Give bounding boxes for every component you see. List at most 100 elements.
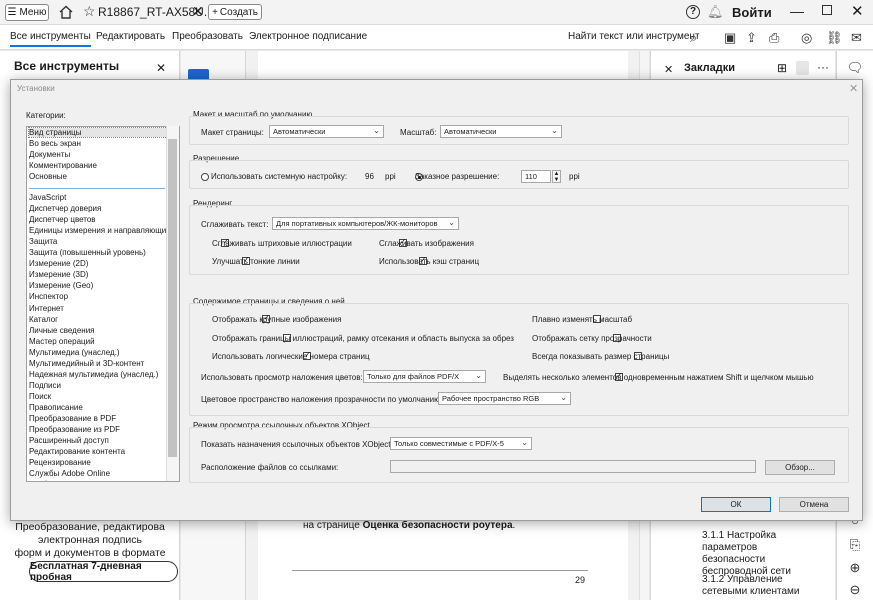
- cancel-button[interactable]: Отмена: [779, 497, 849, 512]
- category-item[interactable]: Поиск: [29, 392, 51, 401]
- promo-line: электронная подпись: [37, 534, 143, 546]
- category-item[interactable]: Преобразование в PDF: [29, 414, 116, 423]
- maximize-icon[interactable]: [822, 5, 832, 15]
- category-item[interactable]: Диспетчер доверия: [29, 204, 101, 213]
- smooth-text-select[interactable]: Для портативных компьютеров/ЖК-мониторов…: [272, 217, 459, 230]
- bookmark-line: 3.1.1 Настройка: [702, 530, 777, 541]
- category-item[interactable]: Измерение (Geo): [29, 281, 93, 290]
- plus-icon: +: [212, 6, 218, 18]
- sign-in-button[interactable]: Войти: [732, 5, 772, 20]
- category-item[interactable]: Основные: [29, 172, 67, 181]
- category-item[interactable]: Защита (повышенный уровень): [29, 248, 146, 257]
- categories-scroll-thumb[interactable]: [168, 139, 177, 457]
- transparency-grid-label: Отображать сетку прозрачности: [532, 334, 652, 343]
- category-item[interactable]: Каталог: [29, 315, 58, 324]
- zoom-out-icon[interactable]: ⊖: [845, 582, 865, 598]
- category-item[interactable]: Личные сведения: [29, 326, 95, 335]
- category-item[interactable]: Правописание: [29, 403, 83, 412]
- category-item[interactable]: Удобные сетевые электронные докум: [29, 480, 169, 481]
- smooth-line-art-label: Сглаживать штриховые иллюстрации: [212, 239, 352, 248]
- find-text-field[interactable]: Найти текст или инструмент: [568, 31, 700, 42]
- tab-edit[interactable]: Редактировать: [96, 31, 165, 42]
- save-icon[interactable]: ▣: [724, 30, 736, 46]
- upload-icon[interactable]: ⇪: [746, 30, 757, 46]
- document-text-bold: Оценка безопасности роутера: [362, 520, 513, 531]
- category-item[interactable]: Подписи: [29, 381, 61, 390]
- page-tool-icon[interactable]: ⎘: [845, 537, 865, 553]
- category-item[interactable]: Измерение (3D): [29, 270, 88, 279]
- bookmark-item[interactable]: 3.1.1 Настройка параметров безопасности …: [702, 530, 822, 578]
- tab-e-sign[interactable]: Электронное подписание: [249, 31, 367, 42]
- category-item[interactable]: Инспектор: [29, 292, 68, 301]
- bookmark-item[interactable]: 3.1.2 Управление сетевыми клиентами: [702, 574, 822, 598]
- promo-text: Преобразование, редактирова электронная …: [0, 521, 180, 560]
- system-resolution-radio[interactable]: [201, 173, 209, 181]
- category-item[interactable]: Интернет: [29, 304, 64, 313]
- tab-convert[interactable]: Преобразовать: [172, 31, 243, 42]
- category-item[interactable]: Надежная мультимедиа (унаслед.): [29, 370, 158, 379]
- category-item[interactable]: Диспетчер цветов: [29, 215, 96, 224]
- category-item[interactable]: Единицы измерения и направляющие: [29, 226, 171, 235]
- home-icon[interactable]: [58, 4, 74, 20]
- page-layout-value: Автоматически: [273, 127, 326, 136]
- tab-all-tools[interactable]: Все инструменты: [10, 31, 91, 47]
- xobject-targets-value: Только совместимые с PDF/X-5: [394, 439, 504, 448]
- free-trial-button[interactable]: Бесплатная 7-дневная пробная: [29, 561, 178, 583]
- menu-button[interactable]: ☰ Меню: [5, 4, 49, 21]
- category-item[interactable]: Измерение (2D): [29, 259, 88, 268]
- chevron-down-icon: ⌄: [560, 393, 567, 402]
- bookmark-icon[interactable]: [796, 61, 809, 75]
- close-bookmarks-icon[interactable]: ✕: [664, 63, 673, 76]
- category-item[interactable]: Мастер операций: [29, 337, 95, 346]
- overprint-select[interactable]: Только для файлов PDF/X ⌄: [363, 370, 486, 383]
- mail-icon[interactable]: ✉: [851, 30, 862, 46]
- close-tab-icon[interactable]: ✕: [192, 3, 204, 20]
- zoom-value: Автоматически: [444, 127, 497, 136]
- system-resolution-value: 96: [365, 172, 374, 181]
- category-item[interactable]: Редактирование контента: [29, 447, 125, 456]
- categories-list: Вид страницы Во весь экран Документы Ком…: [26, 126, 180, 482]
- category-item[interactable]: Документы: [29, 150, 70, 159]
- category-item[interactable]: Рецензирование: [29, 458, 91, 467]
- resolution-stepper[interactable]: ▲ ▼: [552, 170, 561, 183]
- category-item[interactable]: JavaScript: [29, 193, 66, 202]
- category-item[interactable]: Службы Adobe Online: [29, 469, 110, 478]
- document-text: на странице Оценка безопасности роутера.: [303, 520, 515, 531]
- custom-resolution-input[interactable]: 110: [521, 170, 551, 183]
- zoom-in-icon[interactable]: ⊕: [845, 560, 865, 576]
- create-button[interactable]: + Создать: [208, 4, 262, 20]
- ai-assistant-icon[interactable]: ◎: [801, 30, 812, 46]
- category-item[interactable]: Мультимедиа (унаслед.): [29, 348, 120, 357]
- bell-icon[interactable]: 🔔︎: [707, 4, 724, 20]
- zoom-select[interactable]: Автоматически ⌄: [440, 125, 562, 138]
- page-cache-label: Использовать кэш страниц: [379, 257, 480, 266]
- star-icon[interactable]: ☆: [83, 4, 97, 19]
- comment-icon[interactable]: 🗨︎: [845, 60, 865, 76]
- linked-files-location-input[interactable]: [390, 460, 756, 473]
- category-item[interactable]: Преобразование из PDF: [29, 425, 120, 434]
- link-icon[interactable]: ⛓: [826, 30, 843, 46]
- browse-button[interactable]: Обзор...: [765, 460, 835, 475]
- more-options-icon[interactable]: ···: [817, 60, 829, 74]
- smooth-images-label: Сглаживать изображения: [379, 239, 474, 248]
- blend-space-select[interactable]: Рабочее пространство RGB ⌄: [438, 392, 571, 405]
- minimize-icon[interactable]: —: [790, 3, 804, 19]
- category-item[interactable]: Вид страницы: [28, 127, 170, 138]
- promo-line: форм и документов в формате: [14, 547, 166, 559]
- print-icon[interactable]: ⎙: [769, 30, 779, 46]
- category-item[interactable]: Расширенный доступ: [29, 436, 109, 445]
- category-item[interactable]: Защита: [29, 237, 57, 246]
- close-dialog-icon[interactable]: ✕: [849, 82, 858, 95]
- help-icon[interactable]: ?: [686, 5, 700, 19]
- category-item[interactable]: Мультимедийный и 3D-контент: [29, 359, 144, 368]
- close-panel-icon[interactable]: ✕: [156, 61, 166, 75]
- ok-button[interactable]: ОК: [701, 497, 771, 512]
- category-item[interactable]: Во весь экран: [29, 139, 81, 148]
- page-layout-select[interactable]: Автоматически ⌄: [269, 125, 384, 138]
- search-icon[interactable]: ⌕: [690, 30, 697, 46]
- chevron-down-icon: ⌄: [448, 218, 455, 227]
- category-item[interactable]: Комментирование: [29, 161, 97, 170]
- add-bookmark-icon[interactable]: ⊞: [777, 61, 787, 75]
- xobject-targets-select[interactable]: Только совместимые с PDF/X-5 ⌄: [390, 437, 532, 450]
- close-window-icon[interactable]: ✕: [851, 2, 864, 20]
